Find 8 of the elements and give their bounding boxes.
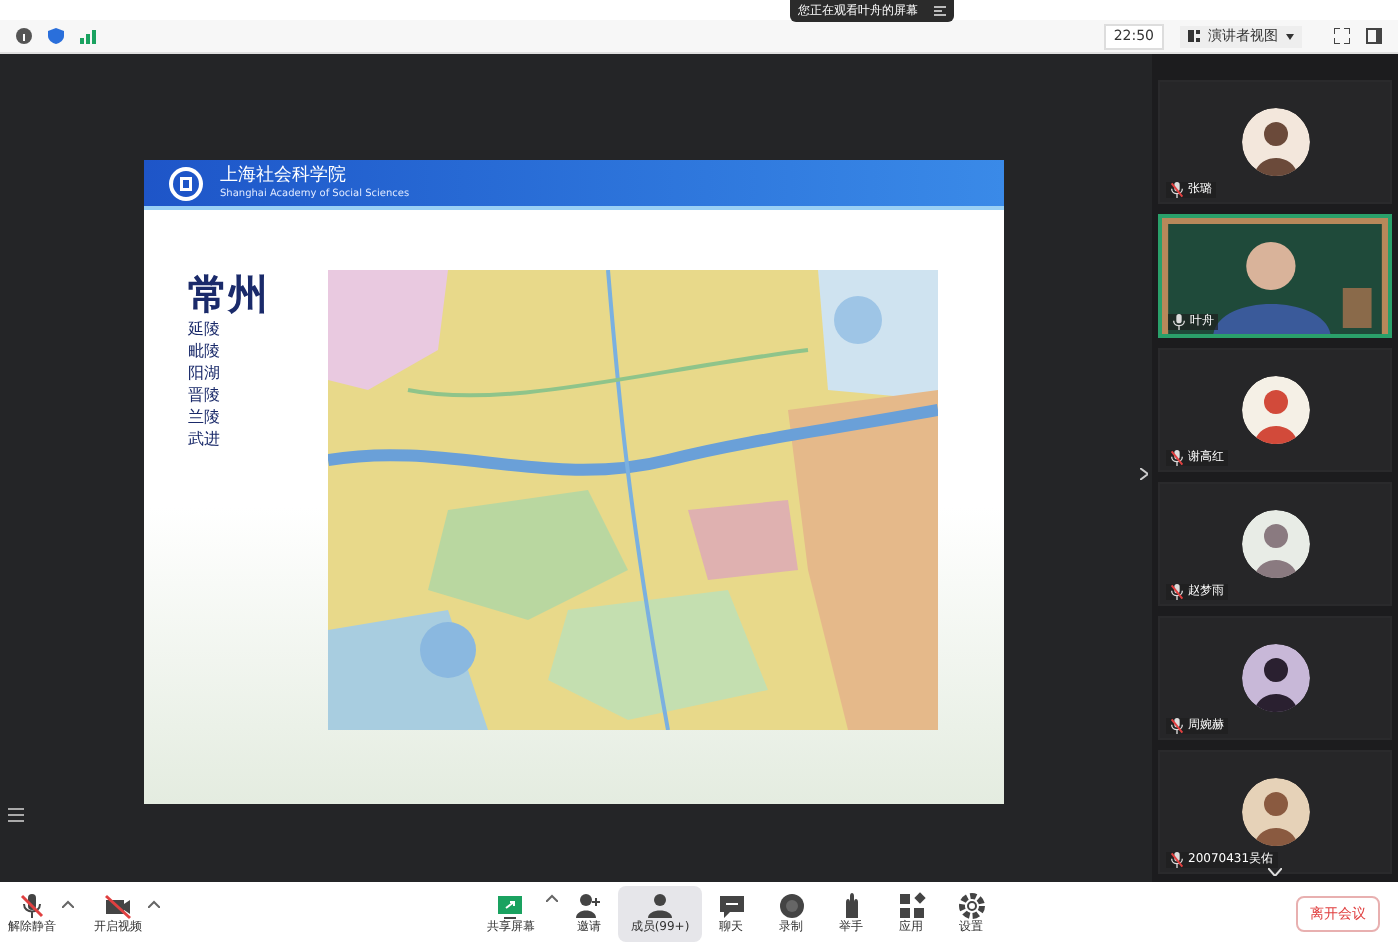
place-name: 阳湖: [188, 362, 222, 384]
org-name: 上海社会科学院: [220, 166, 348, 188]
slide-title: 常州: [188, 270, 270, 318]
place-name: 兰陵: [188, 406, 222, 428]
place-name: 延陵: [188, 318, 222, 340]
place-name: 毗陵: [188, 340, 222, 362]
place-name: 武进: [188, 428, 222, 450]
place-name: 晋陵: [188, 384, 222, 406]
